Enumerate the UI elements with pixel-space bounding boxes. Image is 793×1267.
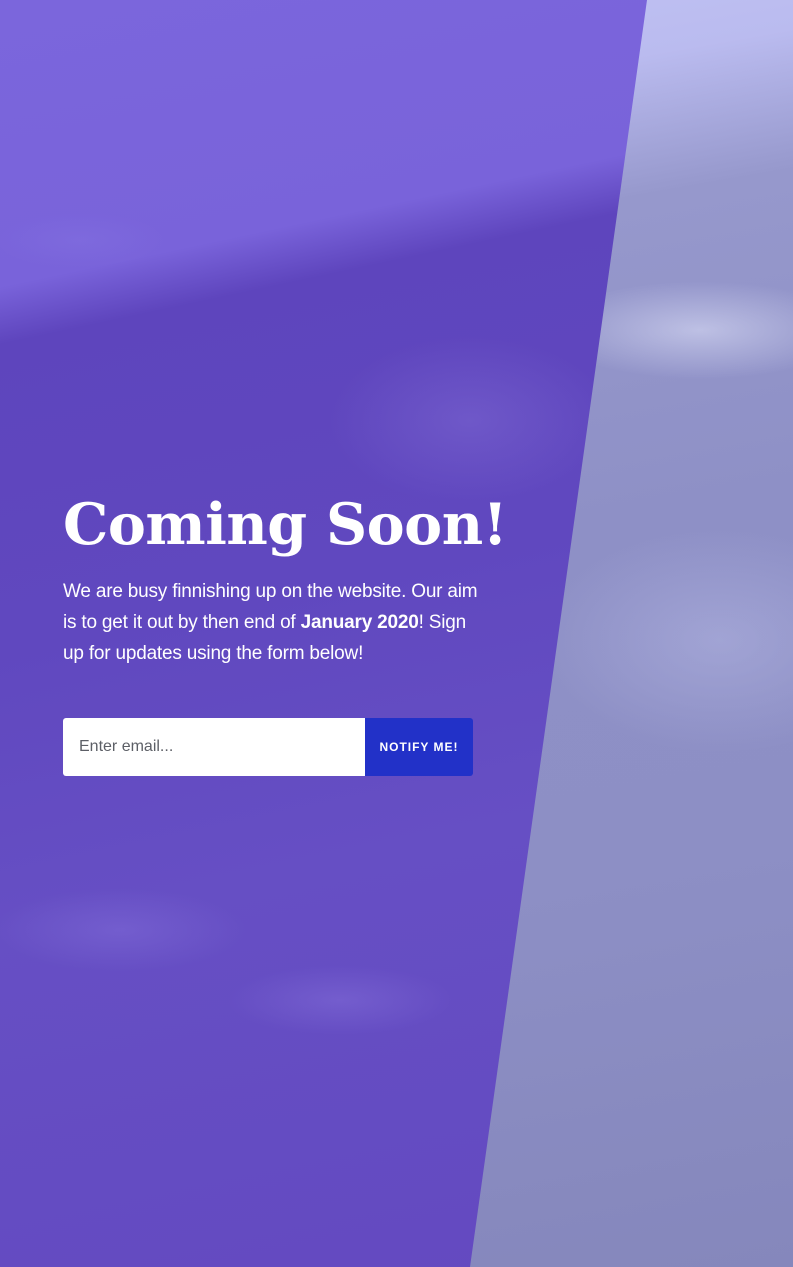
launch-date: January 2020 <box>300 612 419 633</box>
notify-me-button[interactable]: NOTIFY ME! <box>365 718 473 776</box>
hero-content: Coming Soon! We are busy finnishing up o… <box>63 488 508 669</box>
email-input[interactable] <box>63 718 365 776</box>
signup-form: NOTIFY ME! <box>63 718 473 776</box>
page-title: Coming Soon! <box>63 491 508 558</box>
hero-description: We are busy finnishing up on the website… <box>63 576 483 669</box>
